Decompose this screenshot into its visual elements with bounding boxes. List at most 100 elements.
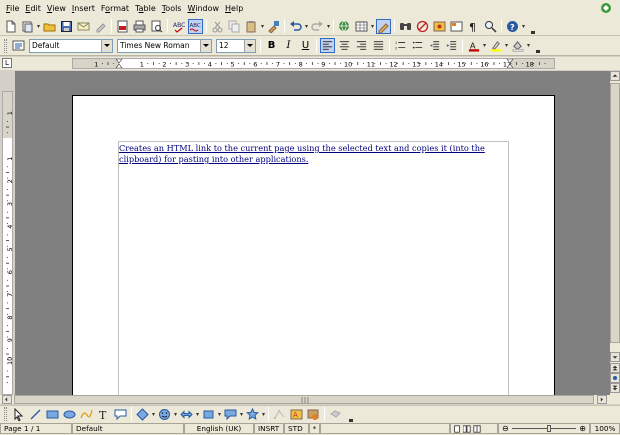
- open-folder-icon[interactable]: [42, 19, 57, 34]
- font-color-icon[interactable]: A: [466, 38, 481, 53]
- background-color-icon[interactable]: [510, 38, 525, 53]
- block-arrows-icon[interactable]: [179, 407, 194, 422]
- rectangle-icon[interactable]: [45, 407, 60, 422]
- templates-icon[interactable]: [20, 19, 35, 34]
- italic-button[interactable]: I: [281, 38, 296, 53]
- toolbar-options-icon[interactable]: [347, 407, 354, 422]
- align-center-icon[interactable]: [337, 38, 352, 53]
- chevron-down-icon[interactable]: [244, 39, 255, 52]
- ellipse-icon[interactable]: [62, 407, 77, 422]
- templates-dropdown-icon[interactable]: ▾: [36, 19, 41, 34]
- save-icon[interactable]: [59, 19, 74, 34]
- menu-tools[interactable]: Tools: [159, 4, 185, 13]
- stars-icon[interactable]: [245, 407, 260, 422]
- paste-dropdown-icon[interactable]: ▾: [260, 19, 265, 34]
- text-icon[interactable]: T: [96, 407, 111, 422]
- symbol-shapes-dropdown-icon[interactable]: ▾: [173, 407, 178, 422]
- page-preview-icon[interactable]: [149, 19, 164, 34]
- multi-page-view-icon[interactable]: [463, 424, 471, 433]
- zoom-percent-status[interactable]: 100%: [590, 423, 620, 434]
- email-icon[interactable]: [76, 19, 91, 34]
- font-size-select[interactable]: 12: [216, 38, 256, 53]
- from-file-icon[interactable]: [306, 407, 321, 422]
- freeform-line-icon[interactable]: [79, 407, 94, 422]
- menu-file[interactable]: File: [3, 4, 22, 13]
- data-sources-icon[interactable]: [449, 19, 464, 34]
- gallery-icon[interactable]: [432, 19, 447, 34]
- select-icon[interactable]: [11, 407, 26, 422]
- tab-stop-type-icon[interactable]: L: [2, 58, 12, 68]
- symbol-shapes-icon[interactable]: [157, 407, 172, 422]
- align-left-icon[interactable]: [320, 38, 335, 53]
- menu-help[interactable]: Help: [222, 4, 246, 13]
- justify-icon[interactable]: [371, 38, 386, 53]
- hyperlink-icon[interactable]: [337, 19, 352, 34]
- paragraph-style-select[interactable]: Default: [29, 38, 113, 53]
- edit-file-icon[interactable]: [93, 19, 108, 34]
- horizontal-ruler[interactable]: 1 1 2 3 4 5 6 7 8 9 10 11 12 13 14 15 16 17 18: [72, 58, 555, 69]
- navigation-icon[interactable]: [610, 373, 620, 383]
- help-dropdown-icon[interactable]: ▾: [521, 19, 526, 34]
- menu-view[interactable]: View: [44, 4, 69, 13]
- page-count-status[interactable]: Page 1 / 1: [0, 423, 72, 434]
- zoom-icon[interactable]: [483, 19, 498, 34]
- selection-mode-status[interactable]: STD: [284, 423, 309, 434]
- toolbar-options-icon[interactable]: [534, 38, 541, 53]
- next-page-icon[interactable]: [610, 383, 620, 393]
- page-style-status[interactable]: Default: [72, 423, 184, 434]
- callouts-icon[interactable]: [113, 407, 128, 422]
- table-dropdown-icon[interactable]: ▾: [370, 19, 375, 34]
- menu-insert[interactable]: Insert: [69, 4, 98, 13]
- redo-icon[interactable]: [310, 19, 325, 34]
- basic-shapes-icon[interactable]: [135, 407, 150, 422]
- single-page-view-icon[interactable]: [453, 424, 461, 433]
- print-icon[interactable]: [132, 19, 147, 34]
- zoom-slider[interactable]: ⊖ ⊕: [498, 423, 590, 434]
- menu-format[interactable]: Format: [98, 4, 132, 13]
- document-modified-status[interactable]: *: [309, 423, 320, 434]
- block-arrows-dropdown-icon[interactable]: ▾: [195, 407, 200, 422]
- horizontal-scrollbar[interactable]: [0, 395, 620, 404]
- basic-shapes-dropdown-icon[interactable]: ▾: [151, 407, 156, 422]
- bold-button[interactable]: B: [264, 38, 279, 53]
- underline-button[interactable]: U: [298, 38, 313, 53]
- undo-icon[interactable]: [288, 19, 303, 34]
- horizontal-scroll-thumb[interactable]: [14, 395, 594, 404]
- scroll-down-icon[interactable]: [610, 352, 620, 362]
- menu-edit[interactable]: Edit: [22, 4, 44, 13]
- font-name-select[interactable]: Times New Roman: [117, 38, 212, 53]
- fontwork-gallery-icon[interactable]: A: [289, 407, 304, 422]
- line-icon[interactable]: [28, 407, 43, 422]
- extrusion-icon[interactable]: [328, 407, 343, 422]
- stars-dropdown-icon[interactable]: ▾: [261, 407, 266, 422]
- flowcharts-icon[interactable]: [201, 407, 216, 422]
- formatting-marks-icon[interactable]: ¶: [466, 19, 481, 34]
- help-icon[interactable]: ?: [505, 19, 520, 34]
- toolbar-options-icon[interactable]: [529, 19, 536, 34]
- background-color-dropdown-icon[interactable]: ▾: [526, 38, 531, 53]
- navigator-icon[interactable]: [415, 19, 430, 34]
- export-pdf-icon[interactable]: [115, 19, 130, 34]
- insert-mode-status[interactable]: INSRT: [254, 423, 284, 434]
- scroll-up-icon[interactable]: [610, 71, 620, 81]
- find-replace-icon[interactable]: [398, 19, 413, 34]
- paste-icon[interactable]: [244, 19, 259, 34]
- increase-indent-icon[interactable]: [444, 38, 459, 53]
- document-body-text[interactable]: Creates an HTML link to the current page…: [119, 143, 509, 165]
- chevron-down-icon[interactable]: [200, 39, 211, 52]
- clone-formatting-icon[interactable]: [266, 19, 281, 34]
- document-page[interactable]: Creates an HTML link to the current page…: [72, 95, 555, 395]
- cut-icon[interactable]: [210, 19, 225, 34]
- undo-dropdown-icon[interactable]: ▾: [304, 19, 309, 34]
- spellcheck-icon[interactable]: ABC: [171, 19, 186, 34]
- zoom-slider-track[interactable]: [511, 425, 577, 432]
- language-status[interactable]: English (UK): [184, 423, 254, 434]
- new-document-icon[interactable]: [3, 19, 18, 34]
- decrease-indent-icon[interactable]: [427, 38, 442, 53]
- redo-dropdown-icon[interactable]: ▾: [326, 19, 331, 34]
- table-icon[interactable]: [354, 19, 369, 34]
- vertical-ruler[interactable]: 1 1 2 3 4 5 6 7 8 9 10: [2, 91, 13, 395]
- callout-shapes-dropdown-icon[interactable]: ▾: [239, 407, 244, 422]
- callout-shapes-icon[interactable]: [223, 407, 238, 422]
- autospellcheck-icon[interactable]: ABC: [188, 18, 203, 34]
